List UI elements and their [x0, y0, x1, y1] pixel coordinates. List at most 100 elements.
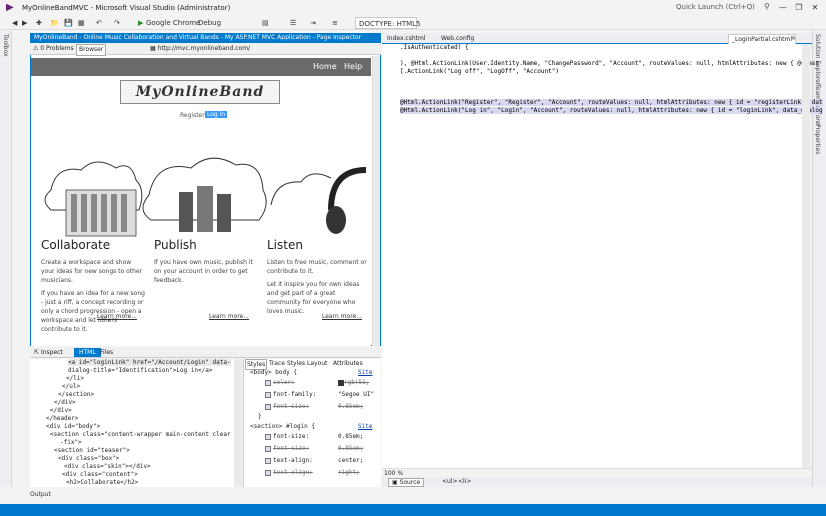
feature-title: Publish	[154, 238, 197, 252]
page-inspector-title: MyOnlineBand - Online Music Collaboratio…	[30, 33, 381, 43]
login-link[interactable]: Log in	[205, 111, 228, 118]
dom-line[interactable]: <section class="content-wrapper main-con…	[50, 431, 231, 438]
indent-icon[interactable]: ⇥	[310, 17, 316, 29]
file-icon[interactable]: ▤	[262, 17, 269, 29]
forward-icon[interactable]: ▶	[22, 17, 27, 29]
output-tab[interactable]: Output	[30, 491, 51, 498]
browser-select[interactable]: Google Chrome	[146, 17, 200, 29]
checkbox-icon[interactable]	[265, 469, 271, 476]
zoom-level[interactable]: 100 %	[384, 470, 403, 477]
dom-tree-scrollbar[interactable]	[234, 359, 242, 487]
checkbox-icon[interactable]	[265, 457, 271, 464]
css-property[interactable]: color:	[265, 379, 295, 386]
feature-text: If you have an idea for a new song - jus…	[41, 290, 145, 333]
editor-scrollbar[interactable]	[802, 44, 810, 468]
breadcrumb-li[interactable]: <li>	[458, 478, 471, 485]
checkbox-icon[interactable]	[265, 403, 271, 410]
checkbox-icon[interactable]	[265, 379, 271, 386]
tab-html[interactable]: HTML	[74, 348, 101, 357]
browser-scrollbar[interactable]	[372, 56, 380, 346]
source-button[interactable]: ▣ Source	[388, 478, 425, 487]
tab-files[interactable]: Files	[100, 348, 113, 357]
dom-line[interactable]: </section>	[58, 391, 94, 398]
tab-trace-styles[interactable]: Trace Styles	[269, 359, 305, 368]
doctype-select[interactable]: DOCTYPE: HTML5	[355, 17, 421, 29]
window-title: MyOnlineBandMVC - Microsoft Visual Studi…	[22, 4, 231, 12]
checkbox-icon[interactable]	[265, 433, 271, 440]
mixer-icon	[65, 189, 137, 237]
toolbox-tab[interactable]: Toolbox	[2, 34, 9, 57]
code-line: .IsAuthenticated) {	[400, 44, 469, 51]
dom-line[interactable]: <div class="box">	[58, 455, 119, 462]
properties-tab[interactable]: Properties	[814, 124, 821, 154]
dom-line[interactable]: <div class="skin"></div>	[64, 463, 151, 470]
dom-line[interactable]: <div class="content">	[62, 471, 138, 478]
nav-home[interactable]: Home	[313, 62, 337, 71]
css-source-link[interactable]: Site	[358, 423, 372, 430]
open-folder-icon[interactable]: 📁	[50, 17, 59, 29]
configuration-select[interactable]: Debug	[198, 17, 221, 29]
new-project-icon[interactable]: ✚	[36, 17, 42, 29]
css-property[interactable]: text-align:	[265, 457, 313, 464]
css-rule-header[interactable]: <body> body {	[250, 369, 297, 376]
css-property[interactable]: text-align:	[265, 469, 313, 476]
inspect-label: Inspect	[40, 349, 63, 356]
save-all-icon[interactable]: ▦	[78, 17, 85, 29]
minimize-icon[interactable]: —	[776, 2, 790, 14]
dom-line[interactable]: dialog-title="Identification">Log in</a>	[68, 367, 213, 374]
nav-help[interactable]: Help	[344, 62, 362, 71]
start-debug-icon[interactable]: ▶	[138, 17, 143, 29]
dom-line[interactable]: <section id="teaser">	[54, 447, 130, 454]
dom-line[interactable]: <h2>Collaborate</h2>	[66, 479, 138, 486]
code-line: @Html.ActionLink("Log in", "Login", "Acc…	[400, 107, 823, 114]
dom-line[interactable]: -fix">	[60, 439, 82, 446]
checkbox-icon[interactable]	[265, 391, 271, 398]
dom-line[interactable]: </li>	[66, 375, 84, 382]
dom-line[interactable]: <div id="body">	[46, 423, 100, 430]
url-text: http://mvc.myonlineband.com/	[157, 45, 251, 52]
browser-button[interactable]: Browser	[76, 44, 107, 56]
dom-line[interactable]: </div>	[54, 399, 76, 406]
css-property[interactable]: font-size:	[265, 403, 309, 410]
css-property[interactable]: font-family:	[265, 391, 316, 398]
css-value: rgb(51,	[338, 379, 369, 386]
page-icon: ▦	[150, 45, 158, 52]
css-rule-header[interactable]: <section> #login {	[250, 423, 315, 430]
css-source-link[interactable]: Site	[358, 369, 372, 376]
tab-layout[interactable]: Layout	[307, 359, 327, 368]
dom-line[interactable]: <a id="loginLink" href="/Account/Login" …	[68, 359, 231, 366]
learn-more-link[interactable]: Learn more...	[322, 313, 362, 320]
close-icon[interactable]: ✕	[808, 2, 822, 14]
tab-index-cshtml[interactable]: Index.cshtml	[384, 34, 429, 43]
register-link[interactable]: Register	[180, 112, 205, 119]
site-logo: MyOnlineBand	[120, 80, 280, 104]
undo-icon[interactable]: ↶	[96, 17, 102, 29]
close-tab-icon[interactable]: ×	[788, 34, 799, 43]
save-icon[interactable]: 💾	[64, 17, 73, 29]
inspect-button[interactable]: ⇱ Inspect	[34, 348, 63, 357]
editor-status: 100 %	[382, 468, 812, 477]
dom-line[interactable]: </div>	[50, 407, 72, 414]
comment-icon[interactable]: ≡	[332, 17, 338, 29]
css-property[interactable]: font-size:	[265, 433, 309, 440]
learn-more-link[interactable]: Learn more...	[209, 313, 249, 320]
checkbox-icon[interactable]	[265, 445, 271, 452]
redo-icon[interactable]: ↷	[114, 17, 120, 29]
back-icon[interactable]: ◀	[12, 17, 17, 29]
learn-more-link[interactable]: Learn more...	[97, 313, 137, 320]
dom-line[interactable]: </ul>	[62, 383, 80, 390]
url-bar[interactable]: ▦ http://mvc.myonlineband.com/	[150, 44, 372, 54]
css-property[interactable]: font-size:	[265, 445, 309, 452]
dom-line[interactable]: </header>	[46, 415, 79, 422]
problems-indicator[interactable]: ⚠ 0 Problems	[33, 44, 74, 54]
quick-launch-input[interactable]: Quick Launch (Ctrl+Q)	[676, 3, 772, 14]
css-prop-value: rgb(51,	[344, 379, 370, 386]
format-icon[interactable]: ☰	[290, 17, 296, 29]
tab-web-config[interactable]: Web.config	[438, 34, 477, 43]
breadcrumb-ul[interactable]: <ul>	[442, 478, 458, 485]
css-prop-name: font-size:	[273, 433, 310, 440]
maximize-icon[interactable]: ❐	[792, 2, 806, 14]
problems-label: 0 Problems	[40, 45, 74, 52]
search-icon[interactable]: ⚲	[764, 2, 770, 11]
tab-attributes[interactable]: Attributes	[333, 359, 363, 368]
